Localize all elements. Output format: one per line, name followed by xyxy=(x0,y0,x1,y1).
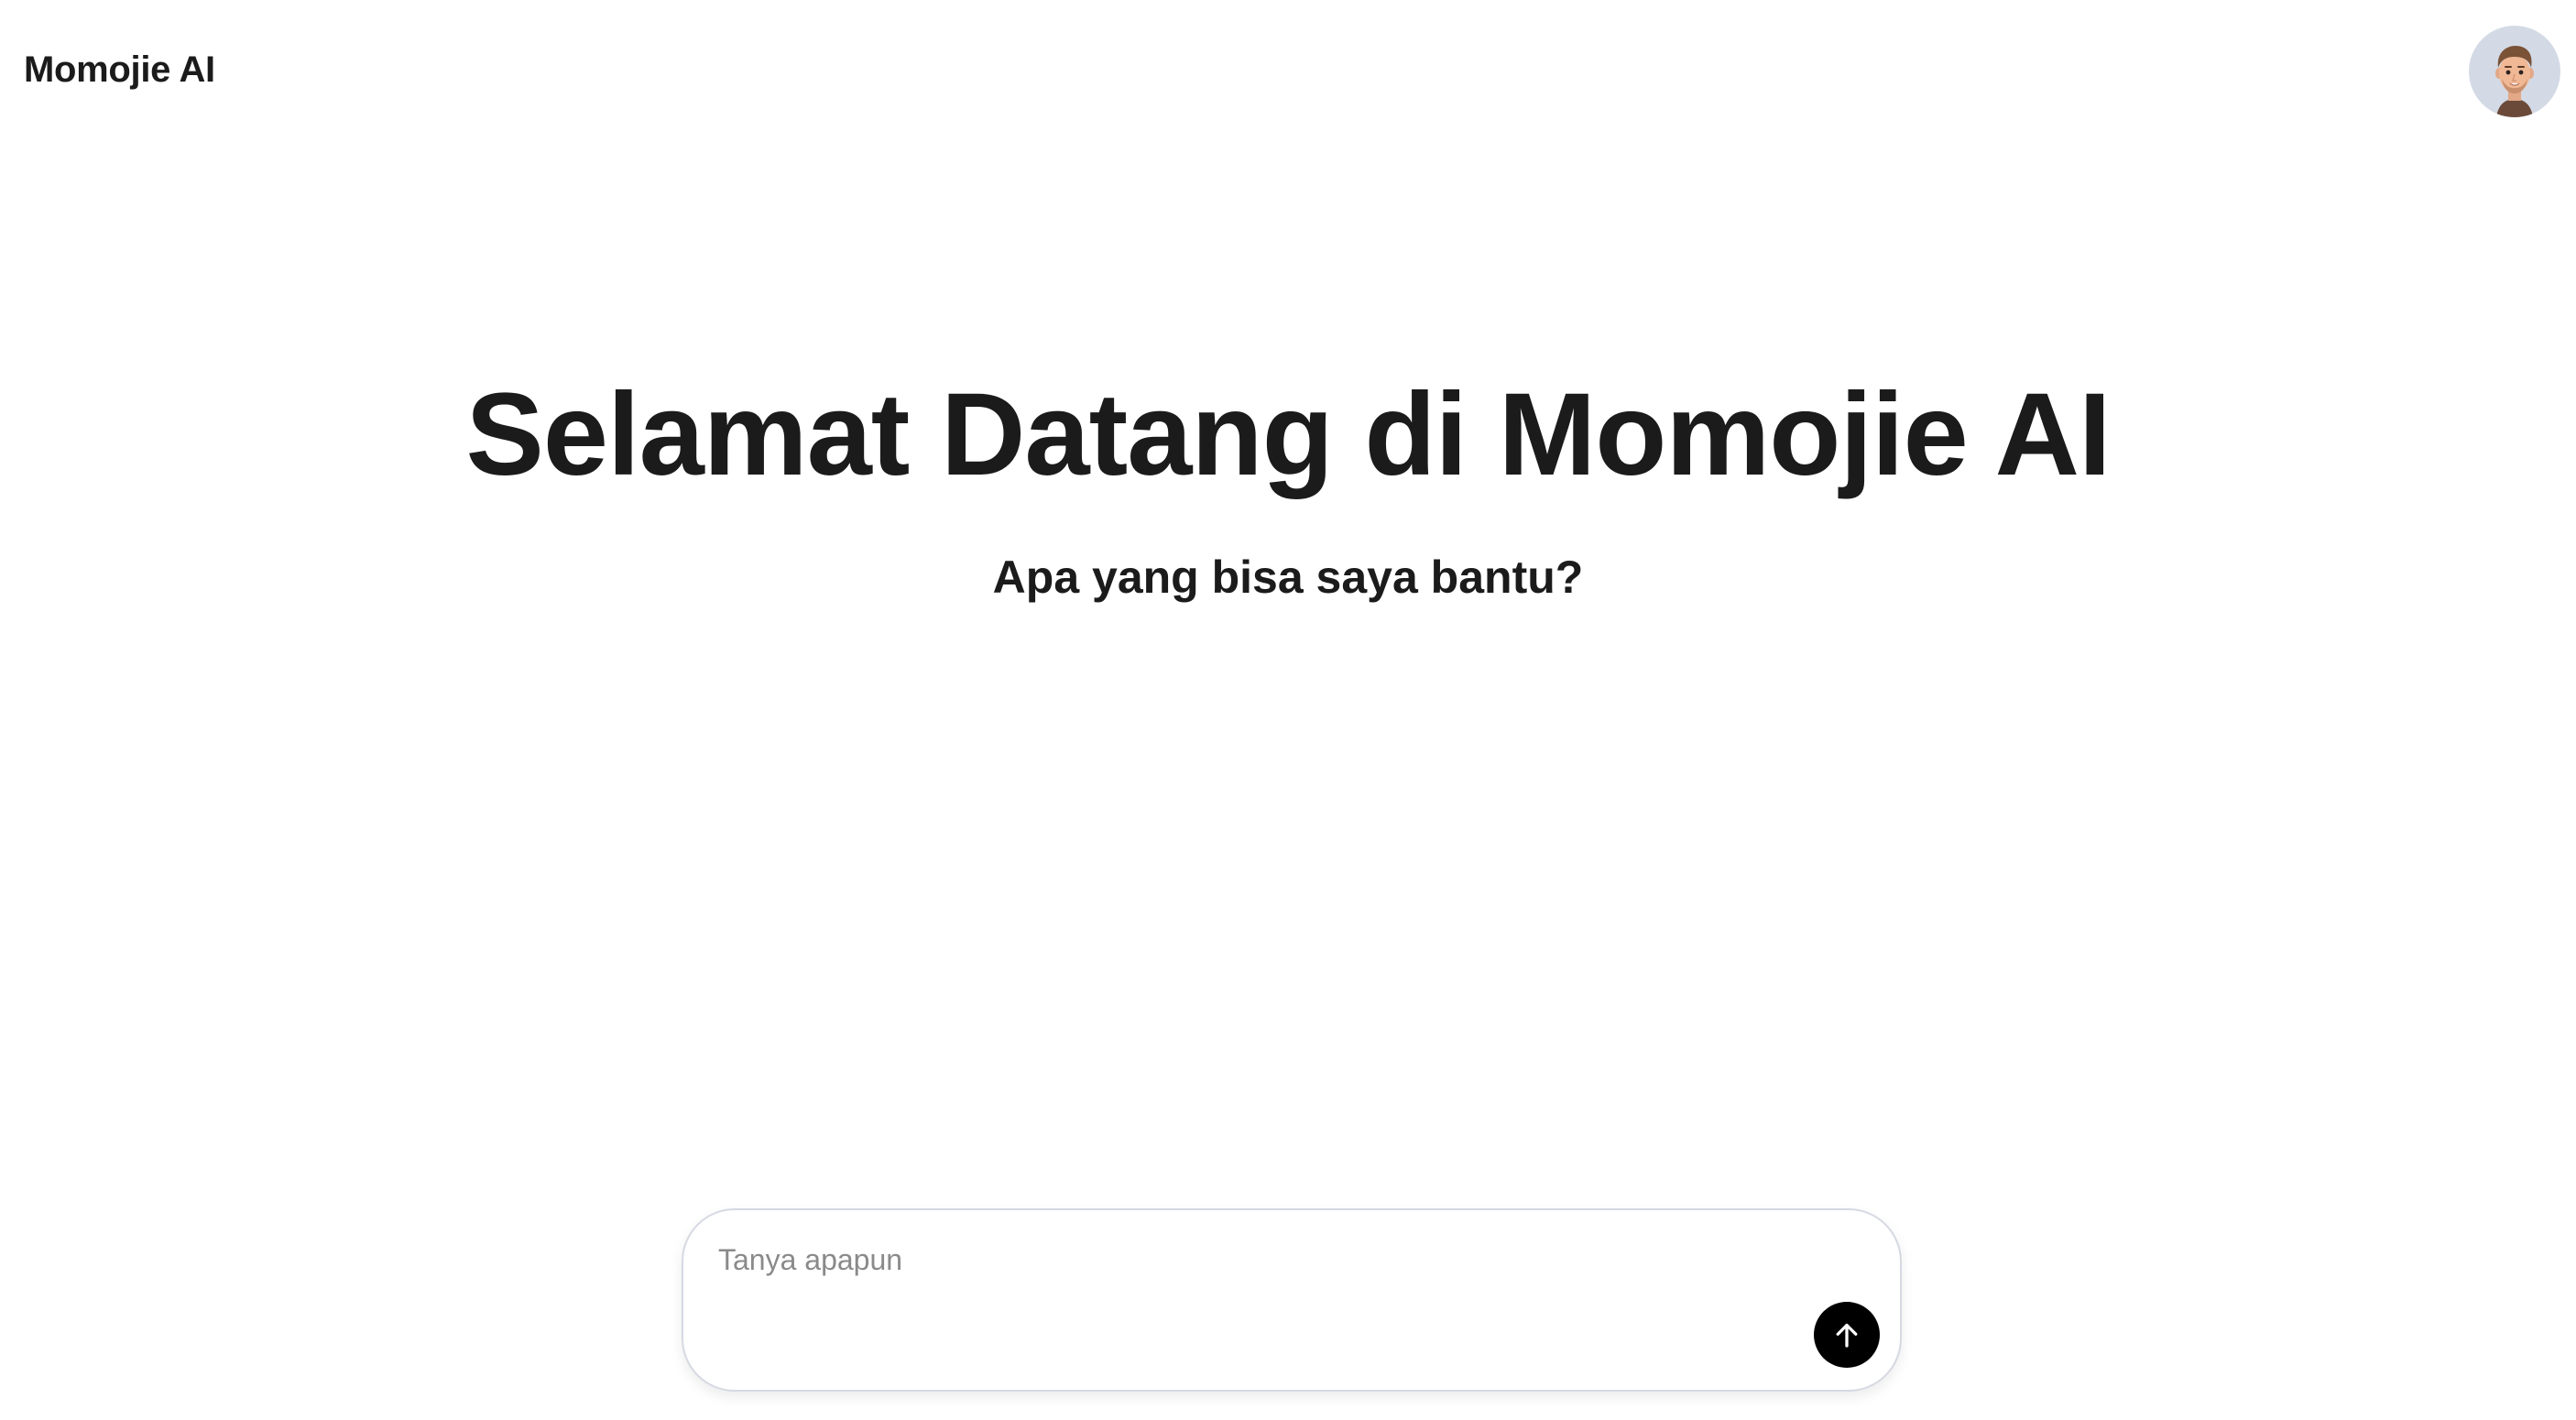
chat-input[interactable] xyxy=(718,1240,1772,1340)
user-avatar[interactable] xyxy=(2469,26,2560,117)
memoji-avatar-icon xyxy=(2495,46,2534,117)
chat-composer xyxy=(682,1208,1902,1392)
brand-title[interactable]: Momojie AI xyxy=(24,48,215,92)
welcome-hero: Selamat Datang di Momojie AI Apa yang bi… xyxy=(0,366,2576,605)
arrow-up-icon xyxy=(1836,1323,1858,1348)
top-bar: Momojie AI xyxy=(0,0,2576,147)
welcome-title: Selamat Datang di Momojie AI xyxy=(465,369,2111,500)
welcome-subtitle: Apa yang bisa saya bantu? xyxy=(992,552,1584,603)
send-button[interactable] xyxy=(1814,1302,1880,1368)
